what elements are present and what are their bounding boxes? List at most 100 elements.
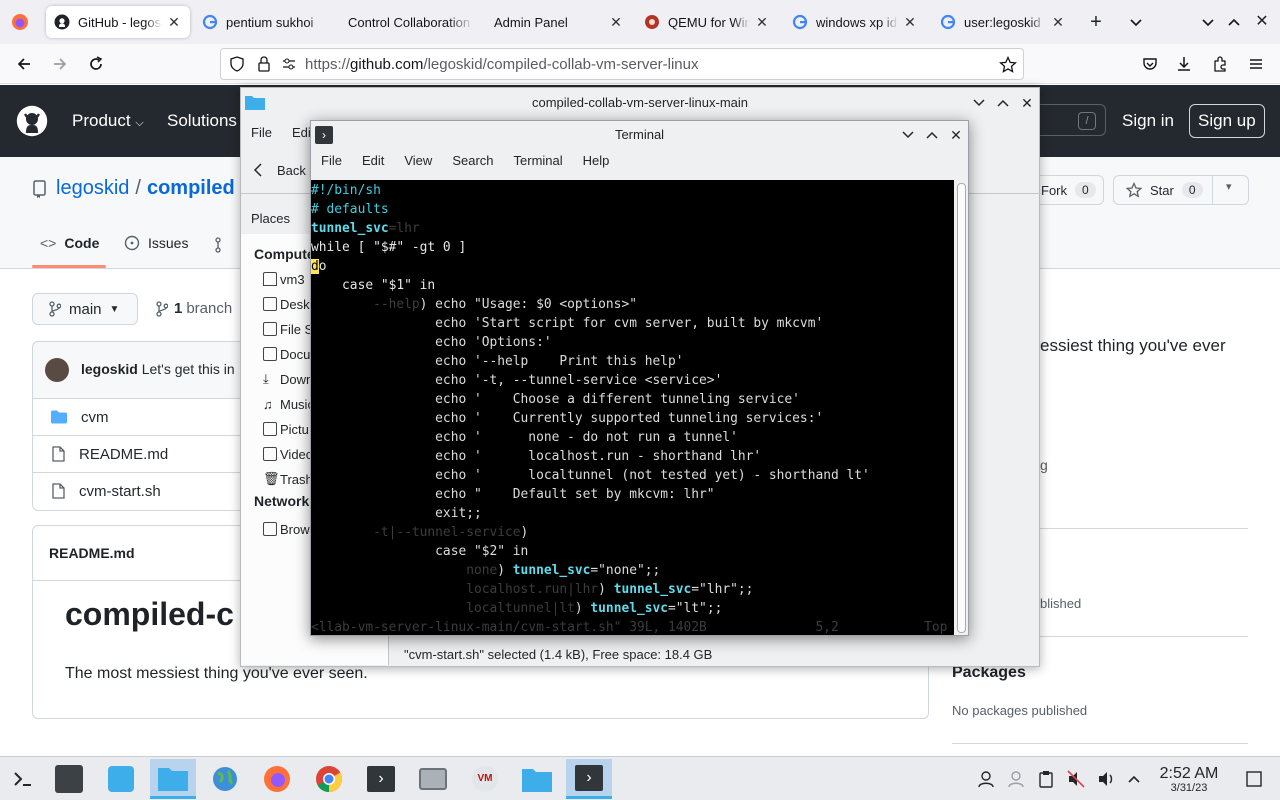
sidebar-item-filesystem[interactable]: File S bbox=[263, 318, 313, 340]
menu-edit[interactable]: Edi bbox=[292, 125, 311, 140]
file-manager-task-icon[interactable] bbox=[150, 759, 196, 799]
reload-icon[interactable] bbox=[84, 52, 108, 76]
tab-github[interactable]: GitHub - legoskid/compiled-collab-vm-ser… bbox=[46, 6, 190, 38]
virtualbox-icon[interactable]: VM bbox=[462, 759, 508, 799]
sidebar-item-vm3[interactable]: vm3 bbox=[263, 268, 305, 290]
tab-control-collab[interactable]: Control Collaboration bbox=[340, 6, 482, 38]
maximize-icon[interactable] bbox=[924, 127, 940, 143]
chrome-icon[interactable] bbox=[306, 759, 352, 799]
audio-muted-icon[interactable] bbox=[1066, 769, 1086, 789]
globe-browser-icon[interactable] bbox=[202, 759, 248, 799]
firefox-view-icon[interactable] bbox=[10, 12, 30, 32]
menu-terminal[interactable]: Terminal bbox=[514, 153, 563, 175]
menu-view[interactable]: View bbox=[404, 153, 432, 175]
show-desktop-icon[interactable] bbox=[1244, 769, 1264, 789]
user-switch-icon[interactable] bbox=[1006, 769, 1026, 789]
tab-pentium[interactable]: pentium sukhoi bbox=[194, 6, 336, 38]
permissions-icon[interactable] bbox=[281, 56, 297, 72]
folder-icon[interactable] bbox=[514, 759, 560, 799]
printer-icon[interactable] bbox=[410, 759, 456, 799]
sidebar-item-pictures[interactable]: Pictu bbox=[263, 418, 309, 440]
sidebar-item-documents[interactable]: Docu bbox=[263, 343, 310, 365]
nav-solutions[interactable]: Solutions bbox=[167, 111, 237, 131]
close-icon[interactable]: ✕ bbox=[1019, 95, 1035, 111]
branch-count-link[interactable]: 1 branch bbox=[156, 300, 232, 317]
sidebar-item-downloads[interactable]: ⤓ Down bbox=[263, 368, 313, 390]
tab-qemu[interactable]: QEMU for Windows ✕ bbox=[636, 6, 778, 38]
nav-product[interactable]: Product ⌵ bbox=[72, 111, 144, 131]
branch-select[interactable]: main ▼ bbox=[32, 293, 138, 325]
download-icon[interactable] bbox=[1172, 52, 1196, 76]
lock-icon[interactable] bbox=[257, 56, 271, 72]
back-button[interactable]: Back bbox=[253, 162, 306, 178]
scrollbar[interactable] bbox=[957, 183, 966, 633]
readme-header[interactable]: README.md bbox=[49, 545, 135, 561]
chevron-down-icon[interactable]: ▾ bbox=[1226, 180, 1232, 193]
close-tab-icon[interactable]: ✕ bbox=[902, 14, 918, 30]
system-settings-icon[interactable] bbox=[46, 759, 92, 799]
menu-edit[interactable]: Edit bbox=[362, 153, 384, 175]
owner-link[interactable]: legoskid bbox=[56, 177, 129, 200]
menu-icon[interactable] bbox=[1244, 52, 1268, 76]
commit-message[interactable]: Let's get this in bbox=[142, 361, 235, 377]
forward-icon[interactable] bbox=[48, 52, 72, 76]
search-input[interactable]: / bbox=[1040, 104, 1106, 136]
close-tab-icon[interactable]: ✕ bbox=[1050, 14, 1066, 30]
repo-link[interactable]: compiled bbox=[147, 177, 235, 200]
tray-expand-icon[interactable] bbox=[1124, 769, 1144, 789]
maximize-icon[interactable] bbox=[1224, 12, 1244, 32]
menu-file[interactable]: File bbox=[321, 153, 342, 175]
close-tab-icon[interactable]: ✕ bbox=[166, 14, 182, 30]
sidebar-item-trash[interactable]: 🗑 Trash bbox=[263, 468, 313, 490]
close-tab-icon[interactable]: ✕ bbox=[754, 14, 770, 30]
back-icon[interactable] bbox=[12, 52, 36, 76]
menu-file[interactable]: File bbox=[251, 125, 272, 140]
pocket-icon[interactable] bbox=[1138, 52, 1162, 76]
fork-button[interactable]: Fork 0 bbox=[1030, 175, 1104, 205]
bookmark-star-icon[interactable] bbox=[999, 56, 1017, 74]
sign-up-button[interactable]: Sign up bbox=[1189, 104, 1265, 138]
commit-author[interactable]: legoskid bbox=[81, 361, 138, 377]
url-bar[interactable]: https://github.com/legoskid/compiled-col… bbox=[220, 48, 1024, 80]
pull-request-icon[interactable] bbox=[214, 237, 230, 253]
extensions-icon[interactable] bbox=[1208, 52, 1232, 76]
clipboard-icon[interactable] bbox=[1036, 769, 1056, 789]
github-logo-icon[interactable] bbox=[16, 105, 48, 137]
terminal-line: echo ' none - do not run a tunnel' bbox=[311, 428, 954, 447]
list-tabs-icon[interactable] bbox=[1126, 12, 1146, 32]
places-title: Places bbox=[251, 211, 291, 226]
close-tab-icon[interactable]: ✕ bbox=[608, 14, 624, 30]
new-tab-icon[interactable]: + bbox=[1086, 12, 1106, 32]
sidebar-item-videos[interactable]: Videc bbox=[263, 443, 312, 465]
menu-search[interactable]: Search bbox=[452, 153, 493, 175]
tab-windows-xp[interactable]: windows xp iden ✕ bbox=[784, 6, 926, 38]
tab-admin-panel[interactable]: Admin Panel ✕ bbox=[486, 6, 632, 38]
sign-in-link[interactable]: Sign in bbox=[1114, 104, 1182, 138]
maximize-icon[interactable] bbox=[995, 95, 1011, 111]
tab-issues[interactable]: Issues bbox=[124, 235, 188, 251]
shield-icon[interactable] bbox=[229, 56, 245, 72]
terminal-line: while [ "$#" -gt 0 ] bbox=[311, 238, 954, 257]
discover-store-icon[interactable] bbox=[98, 759, 144, 799]
sidebar-item-desktop[interactable]: Deskt bbox=[263, 293, 313, 315]
app-launcher-icon[interactable] bbox=[0, 759, 46, 799]
firefox-icon[interactable] bbox=[254, 759, 300, 799]
star-button[interactable]: Star 0 ▾ bbox=[1113, 175, 1249, 205]
terminal-icon[interactable]: › bbox=[358, 759, 404, 799]
terminal-task-icon[interactable]: › bbox=[566, 759, 612, 799]
tab-code[interactable]: <> Code bbox=[40, 235, 99, 251]
terminal-text: ) bbox=[497, 563, 513, 578]
tab-user-legoskid[interactable]: user:legoskid ✕ bbox=[932, 6, 1074, 38]
sidebar-item-browse-network[interactable]: Brow bbox=[263, 518, 310, 540]
close-icon[interactable]: ✕ bbox=[948, 127, 964, 143]
user-icon[interactable] bbox=[976, 769, 996, 789]
minimize-icon[interactable] bbox=[1198, 12, 1218, 32]
minimize-icon[interactable] bbox=[971, 95, 987, 111]
clock[interactable]: 2:52 AM 3/31/23 bbox=[1154, 765, 1224, 795]
sidebar-item-music[interactable]: ♫ Music bbox=[263, 393, 314, 415]
volume-icon[interactable] bbox=[1096, 769, 1116, 789]
close-icon[interactable]: ✕ bbox=[1252, 12, 1272, 32]
minimize-icon[interactable] bbox=[900, 127, 916, 143]
menu-help[interactable]: Help bbox=[583, 153, 610, 175]
terminal-screen[interactable]: #!/bin/sh # defaults tunnel_svc=lhr while [… bbox=[311, 180, 954, 635]
